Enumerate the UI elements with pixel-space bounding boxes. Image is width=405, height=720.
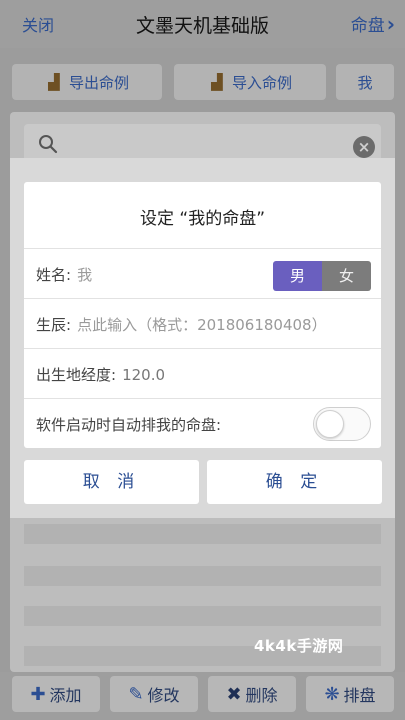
sort-chart-label: 排盘 [343,686,376,705]
gender-toggle[interactable]: 男 女 [273,261,371,291]
longitude-field[interactable]: 120.0 [122,366,165,384]
birth-label-text: 生辰: [36,316,72,334]
name-label: 姓名: 我 [36,264,92,285]
import-cases-label: 导入命例 [231,73,292,92]
my-chart-dialog: 设定 “我的命盘” 姓名: 我 男 女 生辰: 点此输入（格式：2018061804… [24,182,381,448]
ok-button[interactable]: 确 定 [207,460,382,504]
edit-label: 修改 [147,686,180,705]
app-title: 文墨天机基础版 [135,15,269,37]
chart-nav-button[interactable]: 命盘 › [351,11,395,36]
search-icon [39,135,58,154]
cancel-button[interactable]: 取 消 [24,460,199,504]
auto-open-row: 软件启动时自动排我的命盘: [24,398,381,448]
my-chart-label: 我 [357,73,373,92]
longitude-row[interactable]: 出生地经度: 120.0 [24,348,381,398]
longitude-label: 出生地经度: 120.0 [36,364,165,385]
add-label: 添加 [49,686,82,705]
chart-nav-label: 命盘 [350,16,385,36]
auto-open-toggle[interactable] [313,407,371,441]
top-bar: 关闭 文墨天机基础版 命盘 › [0,0,405,48]
toggle-knob [316,410,344,438]
watermark-text: 4k4k手游网 [254,637,344,655]
chevron-right-icon: › [386,12,395,36]
birth-row[interactable]: 生辰: 点此输入（格式：201806180408） [24,298,381,348]
list-item[interactable] [24,566,381,586]
delete-button[interactable]: ✖ 删除 [208,676,296,712]
pencil-icon: ✎ [128,683,144,705]
import-cases-button[interactable]: ▟ 导入命例 [174,64,326,100]
edit-button[interactable]: ✎ 修改 [110,676,198,712]
x-icon: ✖ [226,683,242,705]
longitude-label-text: 出生地经度: [36,366,117,384]
gender-female-option[interactable]: 女 [322,261,371,291]
add-button[interactable]: ✚ 添加 [12,676,100,712]
list-item[interactable] [24,606,381,626]
import-icon: ▟ [211,73,223,91]
plus-icon: ✚ [30,683,46,705]
clear-icon[interactable]: × [353,136,375,158]
birth-label: 生辰: 点此输入（格式：201806180408） [36,314,327,335]
export-cases-button[interactable]: ▟ 导出命例 [12,64,162,100]
delete-label: 删除 [245,686,278,705]
export-icon: ▟ [48,73,60,91]
dialog-title: 设定 “我的命盘” [139,209,266,229]
export-cases-label: 导出命例 [68,73,129,92]
gear-icon: ❋ [324,683,340,705]
name-label-text: 姓名: [36,266,72,284]
birth-field[interactable]: 点此输入（格式：201806180408） [77,316,327,334]
name-row: 姓名: 我 男 女 [24,248,381,298]
name-field[interactable]: 我 [77,266,92,284]
auto-open-label: 软件启动时自动排我的命盘: [36,416,222,434]
gender-male-option[interactable]: 男 [273,261,322,291]
sort-chart-button[interactable]: ❋ 排盘 [306,676,394,712]
list-item[interactable] [24,524,381,544]
my-chart-button[interactable]: 我 [336,64,394,100]
